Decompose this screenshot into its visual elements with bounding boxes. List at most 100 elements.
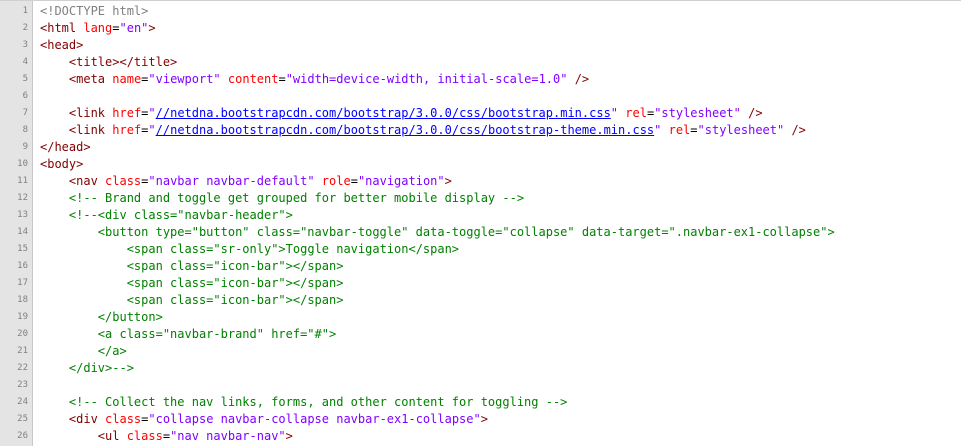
line-number: 26 bbox=[17, 431, 28, 441]
code-line[interactable]: 25 <div class="collapse navbar-collapse … bbox=[0, 411, 961, 428]
line-number: 20 bbox=[17, 329, 28, 339]
code-line[interactable]: 24 <!-- Collect the nav links, forms, an… bbox=[0, 394, 961, 411]
code-line[interactable]: 17 <span class="icon-bar"></span> bbox=[0, 275, 961, 292]
token-val: "width=device-width, initial-scale=1.0" bbox=[285, 72, 568, 86]
token-tag: > bbox=[444, 174, 452, 188]
line-number: 11 bbox=[17, 176, 28, 186]
token-val: "stylesheet" bbox=[654, 106, 741, 120]
code-line[interactable]: 13 <!--<div class="navbar-header"> bbox=[0, 207, 961, 224]
token-val: " bbox=[148, 123, 156, 137]
code-line[interactable]: 8 <link href = "//netdna.bootstrapcdn.com/… bbox=[0, 122, 961, 139]
url-link[interactable]: //netdna.bootstrapcdn.com/bootstrap/3.0.… bbox=[156, 123, 655, 137]
token-tag: <html bbox=[40, 21, 84, 35]
url-link[interactable]: //netdna.bootstrapcdn.com/bootstrap/3.0.… bbox=[156, 106, 611, 120]
token-tag bbox=[661, 123, 668, 137]
line-number: 3 bbox=[22, 40, 28, 50]
code-line[interactable]: 2 <html lang="en"> bbox=[0, 20, 961, 37]
token-tag bbox=[221, 72, 228, 86]
token-tag: /> bbox=[784, 123, 806, 137]
token-com: <!-- Collect the nav links, forms, and o… bbox=[68, 395, 568, 409]
token-tag: /> bbox=[567, 72, 590, 86]
code-text: <!--<div class="navbar-header"> bbox=[40, 207, 293, 224]
token-doc: <!DOCTYPE html> bbox=[40, 4, 149, 18]
code-line[interactable]: 6 bbox=[0, 88, 961, 105]
code-line[interactable]: 15 <span class="sr-only">Toggle navigati… bbox=[0, 241, 961, 258]
code-line[interactable]: 7 <link href="//netdna.bootstrapcdn.com/… bbox=[0, 105, 961, 122]
token-attr: class bbox=[126, 429, 163, 443]
token-val: " bbox=[148, 106, 156, 120]
line-number: 22 bbox=[17, 363, 28, 373]
code-line[interactable]: 3 <head> bbox=[0, 37, 961, 54]
token-tag: > bbox=[480, 412, 488, 426]
token-tag: <body> bbox=[40, 157, 84, 171]
token-com: </button> bbox=[97, 310, 163, 324]
token-attr: rel bbox=[668, 123, 691, 137]
code-line[interactable]: 11 <nav class = "navbar navbar-default" ro… bbox=[0, 173, 961, 190]
line-number: 18 bbox=[17, 295, 28, 305]
token-tag: <div bbox=[68, 412, 106, 426]
code-line[interactable]: 5 <meta name="viewport" content="width=d… bbox=[0, 71, 961, 88]
token-tag: <nav bbox=[68, 174, 106, 188]
token-com: <span class="icon-bar"></span> bbox=[126, 293, 344, 307]
token-tag: <ul bbox=[97, 429, 127, 443]
code-text: <link href = "//netdna.bootstrapcdn.com/bo… bbox=[40, 122, 806, 139]
token-eq: = bbox=[278, 72, 286, 86]
token-tag: <head> bbox=[40, 38, 84, 52]
code-line[interactable]: 20 <a class="navbar-brand" href="#"> bbox=[0, 326, 961, 343]
token-val: "viewport" bbox=[148, 72, 221, 86]
code-line[interactable]: 26 <ul class="nav navbar-nav"> bbox=[0, 428, 961, 445]
code-line[interactable]: 9 </head> bbox=[0, 139, 961, 156]
code-text: </a> bbox=[40, 343, 127, 360]
code-text: <ul class="nav navbar-nav"> bbox=[40, 428, 293, 445]
code-text: </head> bbox=[40, 139, 91, 156]
code-line[interactable]: 1 <!DOCTYPE html> bbox=[0, 3, 961, 20]
code-line[interactable]: 4 <title></title> bbox=[0, 54, 961, 71]
code-text: <head> bbox=[40, 37, 83, 54]
token-com: <!-- Brand and toggle get grouped for be… bbox=[68, 191, 525, 205]
token-attr: class bbox=[105, 412, 142, 426]
token-com: <button type="button" class="navbar-togg… bbox=[97, 225, 835, 239]
code-line[interactable]: 23 bbox=[0, 377, 961, 394]
code-line[interactable]: 18 <span class="icon-bar"></span> bbox=[0, 292, 961, 309]
code-line[interactable]: 12 <!-- Brand and toggle get grouped for… bbox=[0, 190, 961, 207]
code-line[interactable]: 10 <body> bbox=[0, 156, 961, 173]
token-attr: href bbox=[112, 123, 142, 137]
line-number: 17 bbox=[17, 278, 28, 288]
token-com: <span class="icon-bar"></span> bbox=[126, 259, 344, 273]
token-tag bbox=[315, 174, 322, 188]
code-line[interactable]: 19 </button> bbox=[0, 309, 961, 326]
token-com: </div>--> bbox=[68, 361, 134, 375]
code-text: <div class="collapse navbar-collapse nav… bbox=[40, 411, 488, 428]
code-line[interactable]: 21 </a> bbox=[0, 343, 961, 360]
line-number: 2 bbox=[22, 23, 28, 33]
code-text: <span class="sr-only">Toggle navigation<… bbox=[40, 241, 459, 258]
code-line[interactable]: 22 </div>--> bbox=[0, 360, 961, 377]
line-number: 4 bbox=[22, 57, 28, 67]
code-text: <body> bbox=[40, 156, 83, 173]
token-attr: rel bbox=[625, 106, 647, 120]
code-editor[interactable]: 1 <!DOCTYPE html> 2 <html lang="en"> 3 <head>… bbox=[0, 0, 961, 446]
token-tag: > bbox=[285, 429, 293, 443]
token-tag: <title></title> bbox=[68, 55, 178, 69]
token-attr: role bbox=[321, 174, 351, 188]
line-number: 13 bbox=[17, 210, 28, 220]
code-line[interactable]: 14 <button type="button" class="navbar-t… bbox=[0, 224, 961, 241]
code-line[interactable]: 16 <span class="icon-bar"></span> bbox=[0, 258, 961, 275]
line-number: 15 bbox=[17, 244, 28, 254]
token-attr: href bbox=[112, 106, 142, 120]
token-tag: <link bbox=[68, 106, 113, 120]
line-number: 21 bbox=[17, 346, 28, 356]
token-val: "navbar navbar-default" bbox=[148, 174, 315, 188]
token-tag: </head> bbox=[40, 140, 91, 154]
line-number: 9 bbox=[22, 142, 28, 152]
token-attr: class bbox=[105, 174, 142, 188]
token-eq: = bbox=[112, 21, 120, 35]
token-eq: = bbox=[690, 123, 698, 137]
token-eq: = bbox=[162, 429, 171, 443]
